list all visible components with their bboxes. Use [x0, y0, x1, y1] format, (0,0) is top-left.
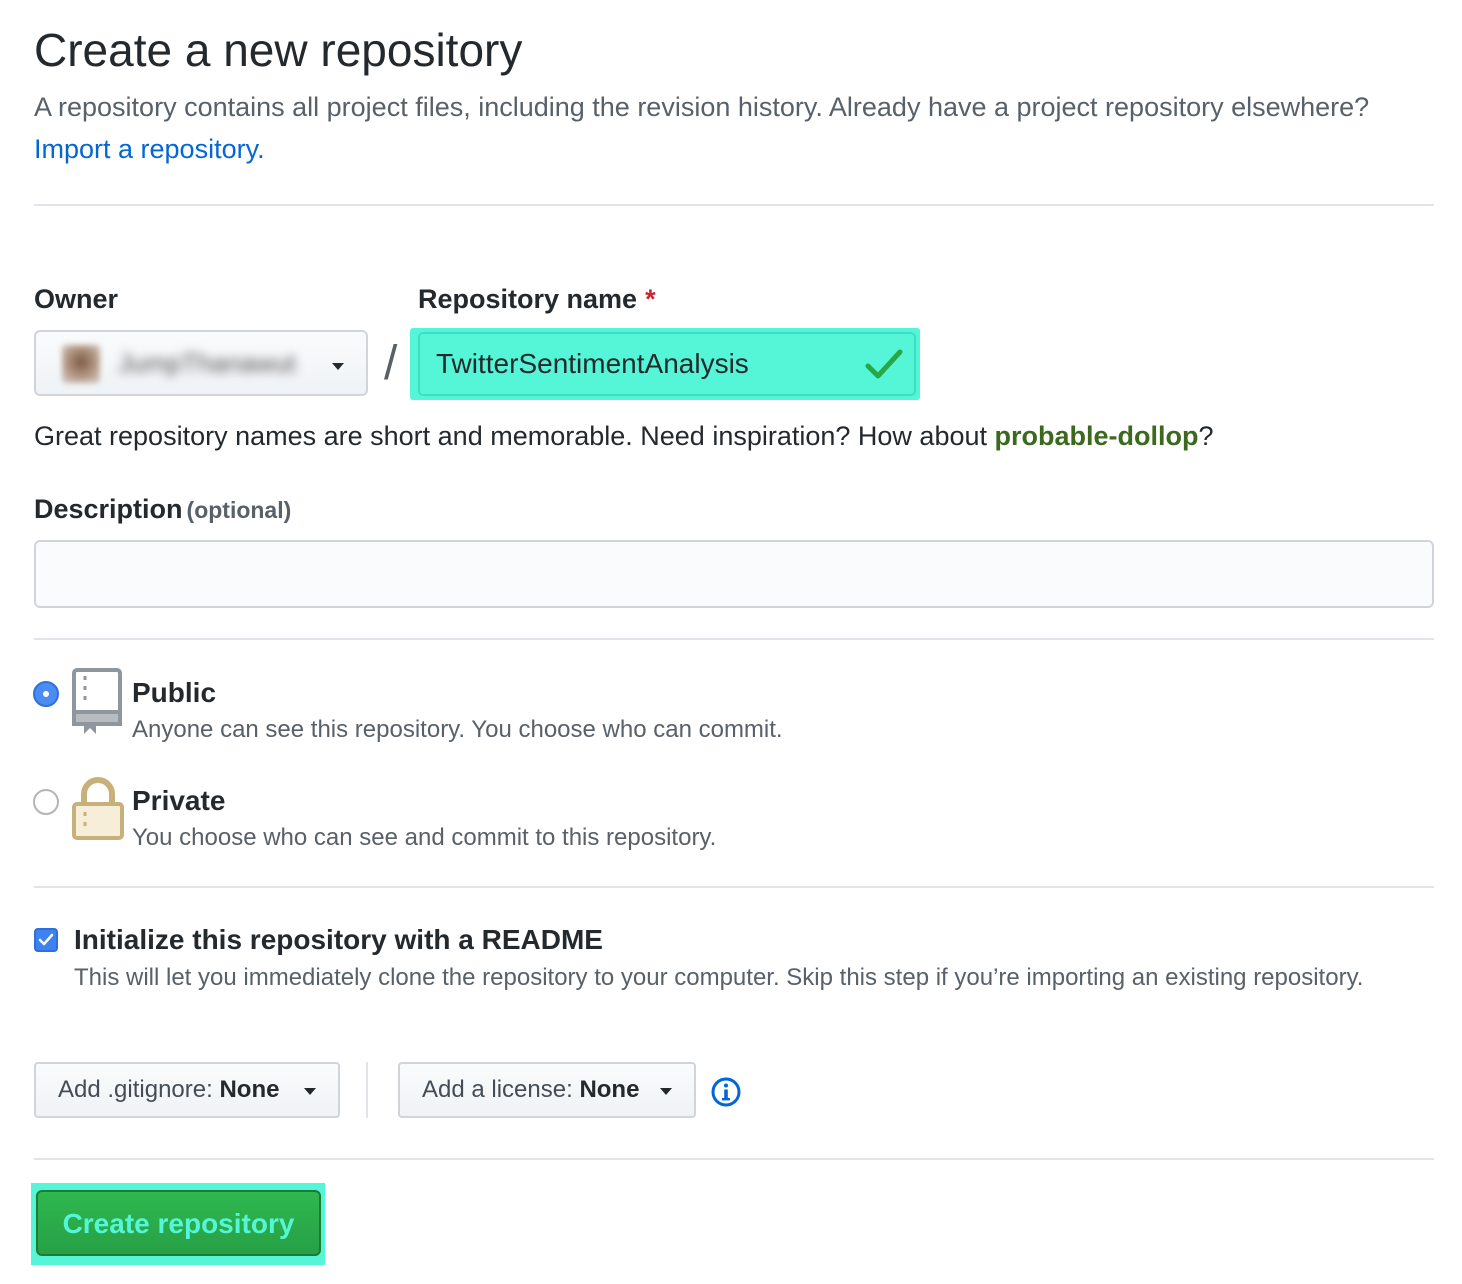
- repo-name-label-text: Repository name: [418, 284, 638, 314]
- import-repository-link[interactable]: Import a repository.: [34, 134, 265, 164]
- owner-label: Owner: [34, 284, 119, 314]
- chevron-down-icon: [660, 1088, 672, 1095]
- avatar: [62, 345, 100, 383]
- optional-tag: (optional): [186, 497, 292, 523]
- license-select[interactable]: Add a license: None: [398, 1062, 696, 1118]
- hint-suffix: ?: [1198, 421, 1214, 451]
- readme-checkbox[interactable]: [34, 928, 58, 952]
- chevron-down-icon: [332, 363, 344, 370]
- readme-desc: This will let you immediately clone the …: [74, 964, 1364, 991]
- gitignore-select[interactable]: Add .gitignore: None: [34, 1062, 340, 1118]
- public-radio[interactable]: [33, 681, 59, 707]
- options-divider: [34, 1158, 1434, 1160]
- license-prefix: Add a license:: [422, 1076, 573, 1103]
- description-divider: [34, 638, 1434, 640]
- header-divider: [34, 204, 1434, 206]
- repo-name-label: Repository name *: [418, 282, 656, 316]
- info-icon[interactable]: [710, 1076, 742, 1108]
- description-label: Description (optional): [34, 492, 291, 527]
- private-option-title: Private: [132, 785, 226, 816]
- public-option-title: Public: [132, 677, 217, 708]
- visibility-divider: [34, 886, 1434, 888]
- check-icon: [865, 349, 903, 379]
- page-subtitle-text: A repository contains all project files,…: [34, 92, 1370, 122]
- select-divider: [366, 1062, 368, 1118]
- description-input[interactable]: [34, 540, 1434, 608]
- license-value: None: [579, 1076, 640, 1103]
- owner-name: JumpThanawut: [118, 348, 296, 378]
- page-subtitle: A repository contains all project files,…: [34, 86, 1374, 170]
- description-label-text: Description: [34, 494, 183, 524]
- page-title: Create a new repository: [34, 24, 523, 76]
- public-option-desc: Anyone can see this repository. You choo…: [132, 716, 783, 743]
- readme-label[interactable]: Initialize this repository with a README: [74, 923, 603, 957]
- create-repository-button[interactable]: Create repository: [36, 1190, 321, 1256]
- hint-text: Great repository names are short and mem…: [34, 421, 987, 451]
- gitignore-value: None: [219, 1076, 280, 1103]
- check-icon: [38, 933, 54, 946]
- repo-name-hint: Great repository names are short and mem…: [34, 416, 1214, 456]
- owner-select[interactable]: JumpThanawut: [34, 330, 368, 396]
- chevron-down-icon: [304, 1088, 316, 1095]
- gitignore-prefix: Add .gitignore:: [58, 1076, 213, 1103]
- private-option-desc: You choose who can see and commit to thi…: [132, 824, 717, 851]
- lock-icon: [72, 777, 124, 840]
- required-mark: *: [645, 284, 656, 314]
- private-radio[interactable]: [33, 789, 59, 815]
- repo-name-input[interactable]: [418, 332, 916, 396]
- name-suggestion-link[interactable]: probable-dollop: [995, 421, 1199, 451]
- owner-repo-separator: /: [384, 337, 398, 390]
- repo-book-icon: [72, 668, 122, 734]
